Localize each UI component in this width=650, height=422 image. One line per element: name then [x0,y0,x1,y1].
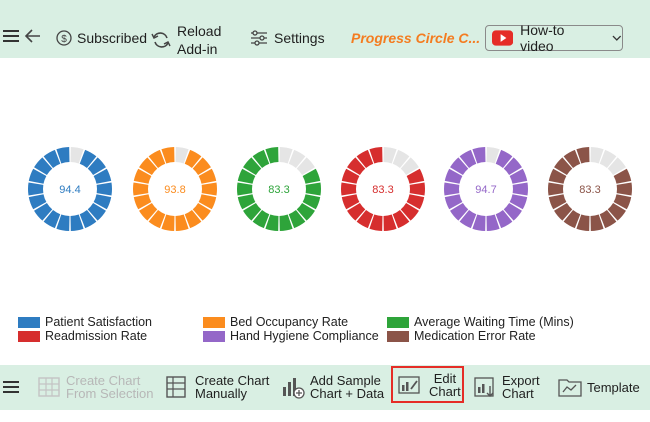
create-manual-label-2: Manually [195,386,248,401]
progress-segment-filled [133,182,149,196]
chevron-down-icon [612,35,622,41]
progress-circle: 83.3 [341,147,425,231]
create-selection-label-2: From Selection [66,386,154,401]
create-chart-from-selection-button[interactable]: Create Chart From Selection [38,374,153,400]
chart-title: Progress Circle C... [351,30,481,46]
legend-swatch [18,330,40,342]
subscribed-button[interactable]: $ Subscribed [56,30,147,46]
settings-label: Settings [274,30,325,46]
back-arrow-icon[interactable] [24,28,42,44]
create-chart-manually-button[interactable]: Create Chart Manually [166,374,269,400]
menu-icon[interactable] [3,29,19,43]
progress-value-label: 83.3 [268,184,289,196]
bottom-toolbar: Create Chart From Selection Create Chart… [0,365,650,410]
progress-circle: 83.3 [237,147,321,231]
legend-label: Average Waiting Time (Mins) [414,315,574,329]
edit-chart-button[interactable]: Edit Chart [391,366,464,403]
edit-label-1: Edit [433,370,457,386]
progress-value-label: 93.8 [164,184,185,196]
dollar-coin-icon: $ [56,30,72,46]
legend-swatch [203,330,225,342]
legend-item: Hand Hygiene Compliance [203,329,379,343]
progress-circle: 94.7 [444,147,528,231]
progress-segment-filled [341,182,357,196]
progress-value-label: 94.7 [475,184,496,196]
progress-circle: 83.3 [548,147,632,231]
legend-swatch [387,316,409,328]
progress-segment-filled [237,182,253,196]
legend-label: Bed Occupancy Rate [230,315,349,329]
legend-item: Bed Occupancy Rate [203,315,348,329]
chart-add-icon [283,378,305,399]
legend-item: Medication Error Rate [387,329,536,343]
progress-segment-filled [28,182,44,196]
legend-label: Hand Hygiene Compliance [230,329,379,343]
table-grid-icon [38,377,60,397]
progress-value-label: 83.3 [372,184,393,196]
progress-segment-filled [96,182,112,196]
progress-value-label: 83.3 [579,184,600,196]
legend-swatch [18,316,40,328]
progress-circle: 94.4 [28,147,112,231]
legend-label: Medication Error Rate [414,329,536,343]
add-sample-chart-button[interactable]: Add Sample Chart + Data [281,374,384,400]
legend-swatch [387,330,409,342]
add-sample-label-2: Chart + Data [310,386,385,401]
top-toolbar: $ Subscribed Reload Add-in Settings Prog… [0,0,650,58]
addin-label: Add-in [177,41,218,57]
svg-text:$: $ [61,34,67,45]
progress-segment-filled [201,182,217,196]
legend-item: Patient Satisfaction [18,315,152,329]
howto-label: How-to video [520,22,565,54]
chart-edit-icon [398,375,420,394]
legend-item: Readmission Rate [18,329,147,343]
progress-circle-chart: 94.4 93.8 83.3 83.3 94.7 83.3 [28,147,632,231]
youtube-icon [492,30,514,46]
progress-circle: 93.8 [133,147,217,231]
export-chart-button[interactable]: Export Chart [474,374,540,400]
sliders-icon [251,30,267,46]
progress-segment-filled [409,182,425,196]
template-button[interactable]: Template [558,377,640,397]
subscribed-label: Subscribed [77,30,148,46]
legend-swatch [203,316,225,328]
reload-label: Reload [177,23,222,39]
folder-chart-icon [558,379,582,397]
progress-segment-filled [616,182,632,196]
howto-video-dropdown[interactable]: How-to video [485,22,623,54]
export-label-2: Chart [502,386,534,401]
progress-segment-filled [305,182,321,196]
legend-item: Average Waiting Time (Mins) [387,315,574,329]
progress-segment-filled [512,182,528,196]
table-edit-icon [166,376,186,398]
edit-label-2: Chart [429,383,461,399]
progress-segment-filled [444,182,460,196]
reload-addin-button[interactable]: Reload Add-in [151,22,221,58]
template-label: Template [587,379,640,395]
settings-button[interactable]: Settings [250,30,325,46]
reload-icon [151,32,171,48]
progress-segment-filled [548,182,564,196]
legend-label: Patient Satisfaction [45,315,153,329]
bottom-menu-icon[interactable] [3,380,19,394]
legend-label: Readmission Rate [45,329,148,343]
progress-value-label: 94.4 [59,184,80,196]
chart-export-icon [474,377,494,397]
